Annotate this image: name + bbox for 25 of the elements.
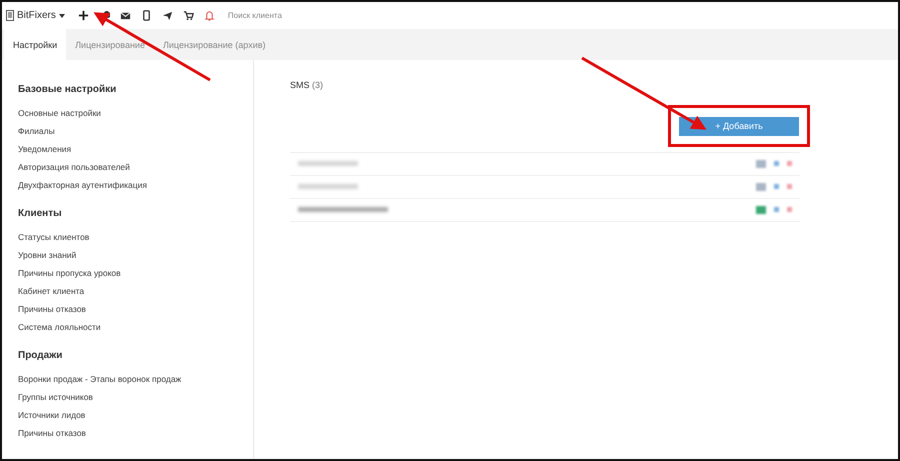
sidebar-link[interactable]: Уведомления	[18, 140, 72, 158]
caret-icon	[58, 14, 65, 18]
sidebar-link[interactable]: Причины отказов	[18, 300, 86, 318]
sidebar-link[interactable]: Причины отказов	[18, 424, 86, 442]
brand-menu[interactable]: BitFixers	[6, 10, 73, 21]
building-icon	[6, 10, 14, 21]
section-title: SMS (3)	[290, 80, 324, 90]
sidebar-link[interactable]: Уровни знаний	[18, 246, 76, 264]
tab[interactable]: Настройки	[4, 29, 66, 60]
section-title: Клиенты	[18, 208, 63, 219]
sidebar-link[interactable]: Причины пропуска уроков	[18, 264, 121, 282]
sidebar-link[interactable]: Источники лидов	[18, 406, 86, 424]
sidebar-link[interactable]: Статусы клиентов	[18, 228, 90, 246]
sidebar-link[interactable]: Группы источников	[18, 388, 93, 406]
section-title: Продажи	[18, 350, 64, 361]
sidebar-link[interactable]: Кабинет клиента	[18, 282, 84, 300]
sidebar-link[interactable]: Система лояльности	[18, 318, 101, 336]
sidebar-link[interactable]: Воронки продаж - Этапы воронок продаж	[18, 370, 182, 388]
sidebar-link[interactable]: Основные настройки	[18, 104, 101, 122]
section-title: Базовые настройки	[18, 84, 118, 95]
blurred-text	[298, 184, 358, 189]
blurred-text	[298, 161, 358, 166]
sidebar-link[interactable]: Авторизация пользователей	[18, 158, 130, 176]
sidebar-link[interactable]: Филиалы	[18, 122, 55, 140]
sidebar-link[interactable]: Двухфакторная аутентификация	[18, 176, 147, 194]
